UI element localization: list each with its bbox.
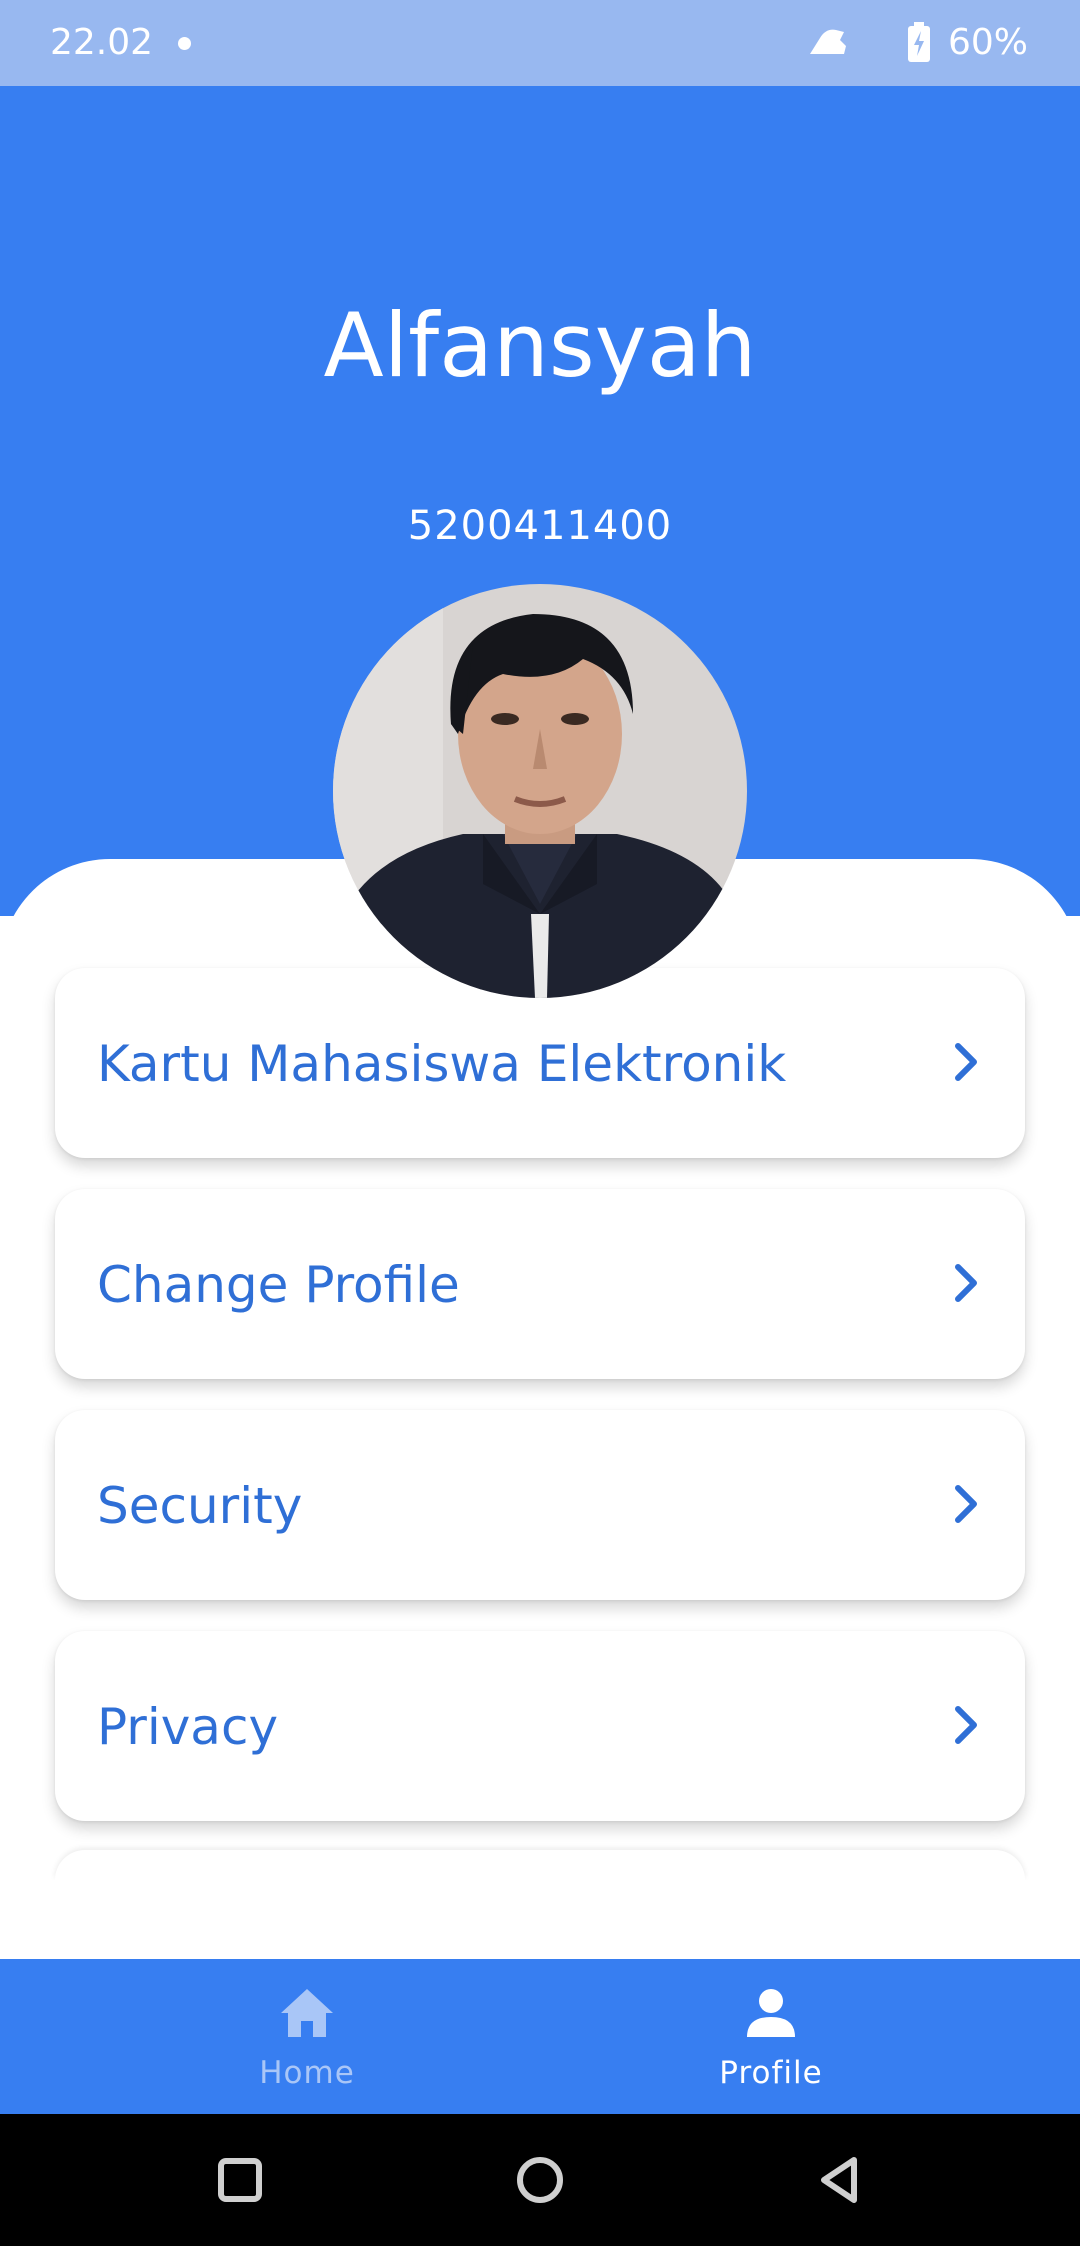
battery-percentage: 60% xyxy=(948,22,1029,63)
person-icon xyxy=(747,1989,795,2037)
system-navigation-bar xyxy=(0,2114,1080,2246)
scroll-edge xyxy=(0,1880,1080,1960)
menu-item-security[interactable]: Security xyxy=(55,1410,1025,1600)
profile-header: Alfansyah 5200411400 xyxy=(0,86,1080,2045)
nav-home-button[interactable]: Home xyxy=(157,1959,457,2114)
menu-item-privacy[interactable]: Privacy xyxy=(55,1631,1025,1821)
nav-home-label: Home xyxy=(259,2055,355,2091)
avatar[interactable] xyxy=(333,584,747,998)
chevron-right-icon xyxy=(955,1485,977,1523)
nav-profile-label: Profile xyxy=(719,2055,823,2091)
battery-charging-icon xyxy=(908,22,930,62)
back-triangle-icon[interactable] xyxy=(810,2150,870,2210)
recents-square-icon[interactable] xyxy=(210,2150,270,2210)
student-id: 5200411400 xyxy=(407,503,673,549)
status-bar: 22.02 60% xyxy=(0,0,1080,86)
menu-item-label: Kartu Mahasiswa Elektronik xyxy=(97,1035,787,1093)
chevron-right-icon xyxy=(955,1706,977,1744)
chevron-right-icon xyxy=(955,1043,977,1081)
home-circle-icon[interactable] xyxy=(510,2150,570,2210)
menu-item-partial[interactable] xyxy=(55,1850,1025,1880)
status-time: 22.02 xyxy=(50,22,154,63)
menu-item-label: Change Profile xyxy=(97,1256,460,1314)
nav-profile-button[interactable]: Profile xyxy=(621,1959,921,2114)
home-icon xyxy=(281,1989,333,2037)
chevron-right-icon xyxy=(955,1264,977,1302)
menu-item-change-profile[interactable]: Change Profile xyxy=(55,1189,1025,1379)
bottom-navigation: Home Profile xyxy=(0,1959,1080,2114)
notification-icon xyxy=(810,29,846,54)
user-name: Alfansyah xyxy=(323,294,757,397)
menu-item-label: Security xyxy=(97,1477,303,1535)
avatar-photo xyxy=(333,584,747,998)
notification-dot-icon xyxy=(178,37,191,50)
menu-item-label: Privacy xyxy=(97,1698,279,1756)
